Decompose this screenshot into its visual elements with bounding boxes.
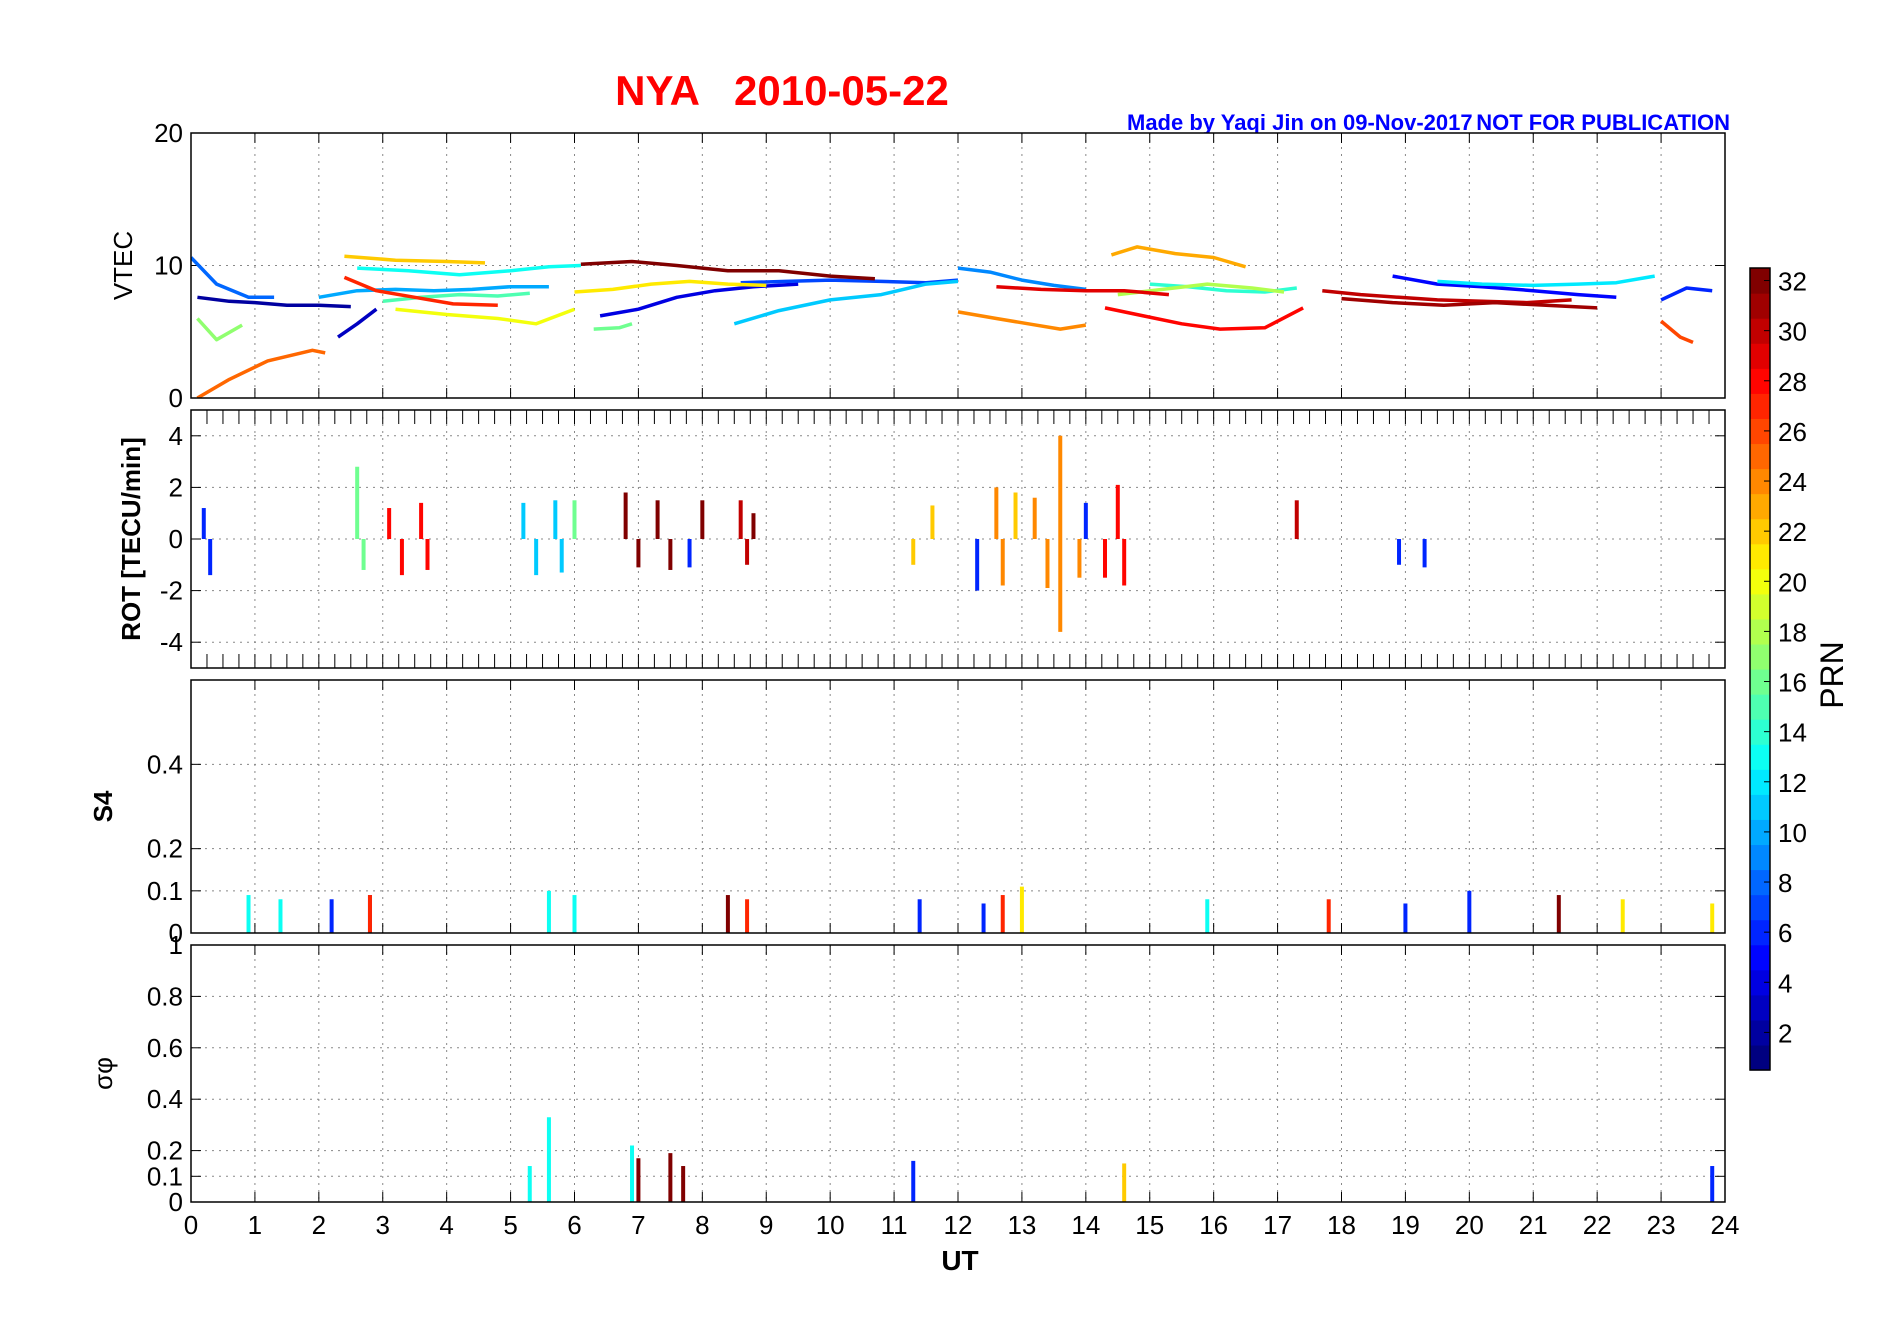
colorbar-segment [1750,1044,1770,1071]
colorbar-tick-label: 32 [1778,267,1807,297]
colorbar-segment [1750,894,1770,921]
x-tick-label: 13 [1007,1210,1036,1240]
colorbar-segment [1750,844,1770,871]
x-tick-label: 3 [376,1210,390,1240]
y-tick-label: 10 [154,251,183,281]
y-tick-label: 0 [169,524,183,554]
x-tick-label: 9 [759,1210,773,1240]
x-tick-label: 11 [881,1210,908,1240]
colorbar-segment [1750,543,1770,570]
x-tick-label: 21 [1519,1210,1548,1240]
panel-sigma_phi: 00.10.20.40.60.81σφ0 1 2 3 4 5 6 7 8 9 10 11 12 13 14 1… [88,930,1739,1240]
panel-s4: 00.10.20.4S4 [88,679,1726,948]
panel-rot: -4 -2 0 2 4 ROT [TECU/min] [116,409,1726,669]
y-tick-label: 4 [169,421,183,451]
y-axis-label: ROT [TECU/min] [116,437,146,641]
colorbar-segment [1750,794,1770,820]
x-tick-label: 10 [816,1210,845,1240]
colorbar-tick-label: 2 [1778,1018,1792,1048]
y-tick-label: 0 [169,383,183,413]
colorbar-segment [1750,643,1770,670]
colorbar-segment [1750,343,1770,369]
x-tick-label: 14 [1071,1210,1100,1240]
x-tick-label: 22 [1583,1210,1612,1240]
colorbar-tick-label: 4 [1778,968,1792,998]
x-axis-label: UT [941,1245,978,1276]
colorbar-tick-label: 16 [1778,668,1807,698]
colorbar-label: PRN [1814,641,1850,709]
x-tick-label: 24 [1711,1210,1740,1240]
x-tick-label: 4 [439,1210,453,1240]
colorbar-segment [1750,994,1770,1021]
y-tick-label: 0.2 [147,1136,183,1166]
y-tick-label: -2 [160,576,183,606]
y-tick-label: 0.2 [147,834,183,864]
y-tick-label: 0.8 [147,981,183,1011]
colorbar-segment [1750,694,1770,720]
y-tick-label: 0.4 [147,749,183,779]
y-axis-label: σφ [88,1057,118,1090]
colorbar-segment [1750,944,1770,971]
x-tick-label: 2 [312,1210,326,1240]
x-tick-label: 6 [567,1210,581,1240]
colorbar-segment [1750,593,1770,620]
colorbar-tick-label: 12 [1778,768,1807,798]
colorbar-segment [1750,443,1770,470]
y-tick-label: 0.4 [147,1084,183,1114]
colorbar-segment [1750,493,1770,520]
x-tick-label: 23 [1647,1210,1676,1240]
x-tick-label: 20 [1455,1210,1484,1240]
colorbar-tick-label: 10 [1778,818,1807,848]
x-tick-label: 7 [631,1210,645,1240]
colorbar-tick-label: 26 [1778,417,1807,447]
colorbar-tick-label: 6 [1778,918,1792,948]
x-tick-label: 5 [503,1210,517,1240]
y-tick-label: 0.6 [147,1033,183,1063]
y-tick-label: 1 [169,930,183,960]
y-tick-label: -4 [160,627,183,657]
x-tick-label: 15 [1135,1210,1164,1240]
colorbar-tick-label: 30 [1778,317,1807,347]
colorbar-tick-label: 22 [1778,517,1807,547]
colorbar-segment [1750,293,1770,319]
y-tick-label: 20 [154,118,183,148]
y-axis-label: VTEC [108,231,138,300]
y-tick-label: 0 [169,1187,183,1217]
x-tick-label: 1 [248,1210,262,1240]
colorbar-segment [1750,393,1770,419]
x-tick-label: 19 [1391,1210,1420,1240]
x-tick-label: 0 [184,1210,198,1240]
x-tick-label: 16 [1199,1210,1228,1240]
title-date: 2010-05-22 [734,67,949,114]
colorbar-tick-label: 18 [1778,617,1807,647]
figure: NYA 2010-05-22 Made by Yaqi Jin on 09-No… [0,0,1904,1330]
x-tick-label: 17 [1263,1210,1292,1240]
credit-note: Made by Yaqi Jin on 09-Nov-2017 [1127,110,1473,135]
colorbar-tick-label: 20 [1778,567,1807,597]
x-tick-label: 12 [944,1210,973,1240]
colorbar-tick-label: 8 [1778,868,1792,898]
colorbar-tick-label: 24 [1778,467,1807,497]
colorbar-tick-label: 14 [1778,718,1807,748]
panel-vtec: 0 10 20 VTEC [108,118,1726,413]
title-station: NYA [615,67,700,114]
colorbar-segment [1750,744,1770,770]
y-tick-label: 0.1 [147,1161,183,1191]
colorbar-tick-label: 28 [1778,367,1807,397]
x-tick-label: 8 [695,1210,709,1240]
x-tick-label: 18 [1327,1210,1356,1240]
y-tick-label: 0.1 [147,876,183,906]
y-axis-label: S4 [88,790,118,822]
publication-notice: NOT FOR PUBLICATION [1476,110,1730,135]
y-tick-label: 2 [169,472,183,502]
